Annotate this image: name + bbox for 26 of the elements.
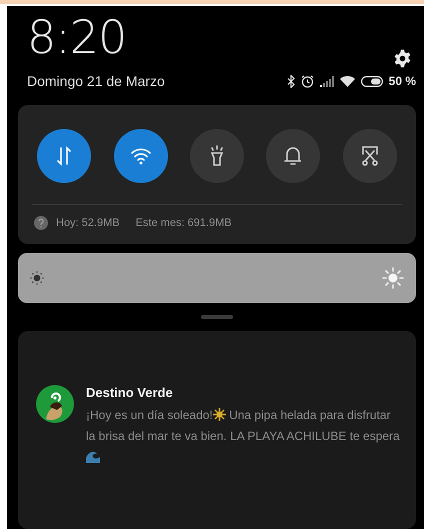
drag-handle[interactable]: [201, 315, 233, 319]
data-usage-month: Este mes: 691.9MB: [136, 217, 232, 229]
dim-brightness-icon: [30, 271, 44, 285]
notification-message: ¡Hoy es un día soleado! Una pipa helada para disfrutar la brisa del mar te va bien. LA PLAYA ACHILUBE te espera: [86, 405, 402, 468]
battery-percentage: 50 %: [388, 74, 416, 88]
data-usage-today: Hoy: 52.9MB: [56, 217, 120, 229]
battery-icon: [360, 76, 383, 86]
wifi-icon: [340, 75, 355, 87]
help-icon: [34, 216, 48, 230]
clock-time: 8:20: [27, 12, 126, 62]
data-transfer-icon: [56, 146, 72, 166]
app-logo-icon: [36, 385, 74, 423]
date-text: Domingo 21 de Marzo: [27, 73, 165, 89]
scissors-icon: [360, 145, 380, 167]
bluetooth-icon: [286, 74, 295, 88]
settings-icon[interactable]: [393, 49, 412, 68]
signal-icon: [320, 76, 334, 86]
alarm-icon: [300, 74, 314, 88]
bell-icon: [284, 145, 302, 167]
sun-icon: [212, 408, 226, 421]
brightness-slider[interactable]: [18, 253, 416, 303]
app-name: Destino Verde: [86, 385, 174, 400]
bright-brightness-icon: [382, 267, 404, 289]
notification-card[interactable]: Destino Verde ¡Hoy es un día soleado! Una pipa helada para disfrutar la brisa del mar te va bien. LA PLAYA ACHILUBE te espera: [18, 331, 416, 529]
wifi-icon: [130, 147, 152, 165]
wave-icon: [86, 450, 100, 463]
